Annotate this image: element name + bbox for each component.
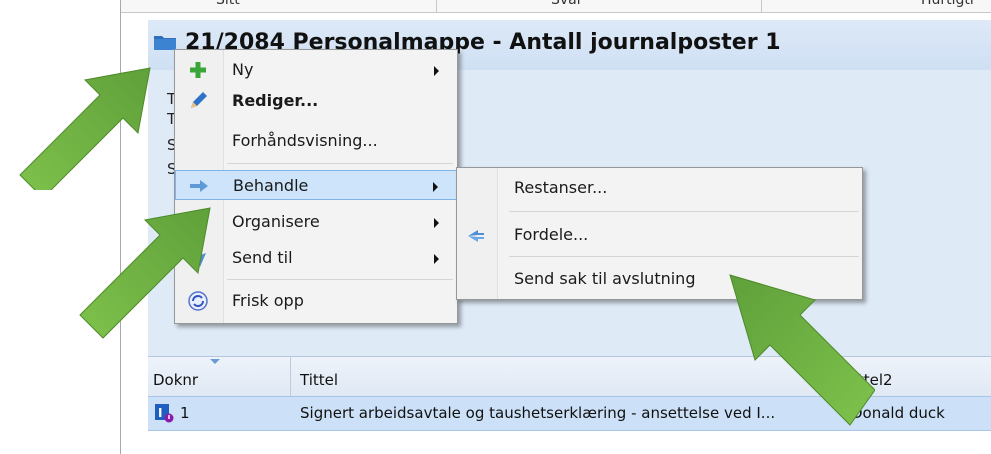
sort-indicator-icon <box>210 359 220 364</box>
column-tittel[interactable]: Tittel <box>300 371 338 389</box>
menu-item-ny[interactable]: Ny <box>175 55 457 85</box>
menu-item-forhandsvisning[interactable]: Forhåndsvisning... <box>175 126 457 156</box>
menu-item-label: Send sak til avslutning <box>514 269 696 288</box>
plus-icon <box>190 62 206 78</box>
menu-item-label: Frisk opp <box>232 291 304 310</box>
submenu-arrow-icon <box>434 66 439 76</box>
top-tab-strip: Sitt Svar Hurtigtr <box>121 0 991 13</box>
menu-item-label: Restanser... <box>514 178 608 197</box>
annotation-arrow-icon <box>19 67 151 190</box>
annotation-arrow-icon <box>729 274 875 426</box>
document-status-icon: I <box>155 404 174 423</box>
menu-item-label: Rediger... <box>232 91 319 110</box>
cell-tittel: Signert arbeidsavtale og taushetserklæri… <box>300 404 776 422</box>
svg-text:I: I <box>158 406 162 420</box>
menu-item-label: Forhåndsvisning... <box>232 131 378 150</box>
submenu-arrow-icon <box>434 218 439 228</box>
pencil-icon <box>191 92 207 108</box>
cell-doknr: 1 <box>180 404 190 422</box>
menu-item-label: Fordele... <box>514 225 589 244</box>
submenu-arrow-icon <box>433 182 438 192</box>
tab-sitt[interactable]: Sitt <box>216 0 240 8</box>
tab-hurtigtr[interactable]: Hurtigtr <box>921 0 976 8</box>
menu-item-label: Behandle <box>233 176 309 195</box>
annotation-arrow-icon <box>79 207 211 339</box>
menu-item-label: Send til <box>232 248 293 267</box>
menu-item-fordele[interactable]: Fordele... <box>457 220 862 250</box>
menu-item-rediger[interactable]: Rediger... <box>175 86 457 116</box>
menu-item-label: Organisere <box>232 212 320 231</box>
distribute-icon <box>468 230 484 242</box>
column-doknr[interactable]: Doknr <box>153 371 198 389</box>
menu-item-label: Ny <box>232 60 254 79</box>
tab-svar[interactable]: Svar <box>551 0 583 8</box>
submenu-arrow-icon <box>434 254 439 264</box>
menu-item-restanser[interactable]: Restanser... <box>457 173 862 203</box>
